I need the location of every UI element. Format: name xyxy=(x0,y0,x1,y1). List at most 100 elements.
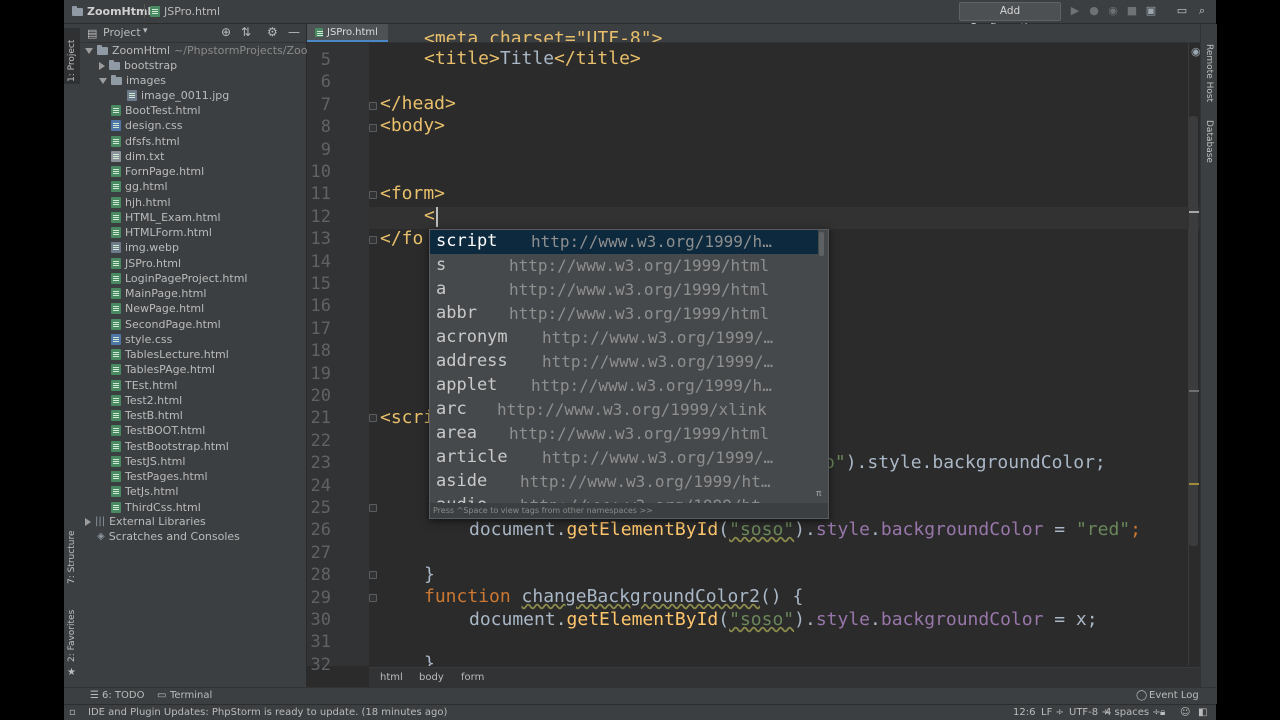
tree-file[interactable]: BootTest.html xyxy=(111,103,201,118)
fold-marker-icon[interactable] xyxy=(369,191,377,199)
search-icon[interactable]: ⌕ xyxy=(1196,5,1208,17)
fold-marker-icon[interactable] xyxy=(369,236,377,244)
favorites-tool-label[interactable]: 2: Favorites xyxy=(67,610,77,662)
code-line-12: < xyxy=(424,205,435,226)
database-tool[interactable]: Database xyxy=(1204,120,1214,163)
completion-item[interactable]: address http://www.w3.org/1999/… xyxy=(430,350,818,374)
completion-item[interactable]: acronym http://www.w3.org/1999/… xyxy=(430,326,818,350)
fold-marker-icon[interactable] xyxy=(369,414,377,422)
locate-icon[interactable]: ⊕ xyxy=(221,25,231,39)
pi-icon[interactable]: π xyxy=(816,487,821,502)
tree-external-libraries[interactable]: ||| External Libraries xyxy=(85,514,206,529)
tree-file[interactable]: TablesLecture.html xyxy=(111,347,229,362)
status-panel-icon[interactable]: ▫ xyxy=(69,707,76,718)
tree-file[interactable]: HTML_Exam.html xyxy=(111,210,221,225)
terminal-tool[interactable]: Terminal xyxy=(170,690,212,701)
gear-icon[interactable]: ⚙ xyxy=(267,25,278,39)
tree-file[interactable]: LoginPageProject.html xyxy=(111,271,248,286)
tree-file[interactable]: ThirdCss.html xyxy=(111,500,201,515)
indent-setting[interactable]: 4 spaces ÷ xyxy=(1105,707,1161,718)
completion-item[interactable]: article http://www.w3.org/1999/… xyxy=(430,446,818,470)
scratches-icon: ◈ xyxy=(97,531,105,542)
tree-file[interactable]: TestPages.html xyxy=(111,469,208,484)
breadcrumb-html[interactable]: html xyxy=(380,672,403,683)
caret-position[interactable]: 12:6 xyxy=(1013,707,1035,718)
tree-file[interactable]: TestBootstrap.html xyxy=(111,439,229,454)
project-view-selector[interactable]: Project xyxy=(103,26,141,39)
img-file-icon xyxy=(111,242,121,254)
tree-folder-bootstrap[interactable]: bootstrap xyxy=(99,58,177,73)
inspector-icon[interactable]: ☺ xyxy=(1180,707,1190,718)
right-tool-strip: Remote Host Database xyxy=(1200,24,1217,704)
remote-host-tool[interactable]: Remote Host xyxy=(1204,44,1214,102)
lock-icon[interactable]: 🔒︎ xyxy=(1160,707,1165,718)
tree-file[interactable]: dim.txt xyxy=(111,149,164,164)
debug-icon[interactable]: ● xyxy=(1088,5,1100,17)
hide-icon[interactable]: — xyxy=(288,25,300,39)
tree-file[interactable]: TetJs.html xyxy=(111,484,178,499)
fold-marker-icon[interactable] xyxy=(369,594,377,602)
tree-file[interactable]: TestBOOT.html xyxy=(111,423,205,438)
stop-icon[interactable]: ■ xyxy=(1126,5,1138,17)
tree-file[interactable]: TestJS.html xyxy=(111,454,185,469)
fold-marker-icon[interactable] xyxy=(369,102,377,110)
run-icon[interactable]: ▶ xyxy=(1069,5,1081,17)
line-separator[interactable]: LF ÷ xyxy=(1041,707,1064,718)
fold-marker-icon[interactable] xyxy=(369,124,377,132)
tree-file[interactable]: JSPro.html xyxy=(111,256,181,271)
tree-file[interactable]: TablesPAge.html xyxy=(111,362,215,377)
tree-folder-images[interactable]: images xyxy=(99,73,166,88)
completion-item[interactable]: area http://www.w3.org/1999/html xyxy=(430,422,818,446)
tree-file[interactable]: TestB.html xyxy=(111,408,183,423)
letterbox-right xyxy=(1216,0,1280,720)
todo-tool[interactable]: 6: TODO xyxy=(102,690,144,701)
star-icon[interactable]: ★ xyxy=(67,667,76,678)
fold-marker-icon[interactable] xyxy=(369,571,377,579)
tree-file[interactable]: dfsfs.html xyxy=(111,134,180,149)
add-configuration-button[interactable]: Add Configuration... xyxy=(959,2,1061,34)
nav-file-crumb[interactable]: JSPro.html xyxy=(150,4,220,19)
structure-tool-label[interactable]: 7: Structure xyxy=(67,531,77,585)
tree-file[interactable]: gg.html xyxy=(111,179,168,194)
completion-item[interactable]: abbr http://www.w3.org/1999/html xyxy=(430,302,818,326)
tree-file[interactable]: MainPage.html xyxy=(111,286,206,301)
project-tool-tab[interactable]: 1: Project xyxy=(64,28,80,84)
tree-file[interactable]: HTMLForm.html xyxy=(111,225,212,240)
completion-item[interactable]: aside http://www.w3.org/1999/ht… xyxy=(430,470,818,494)
completion-item[interactable]: script http://www.w3.org/1999/h… xyxy=(430,230,818,254)
completion-popup[interactable]: script http://www.w3.org/1999/h… s http://w… xyxy=(429,229,829,519)
completion-scrollbar[interactable] xyxy=(819,232,824,256)
tree-file[interactable]: design.css xyxy=(111,118,183,133)
tree-file-image[interactable]: image_0011.jpg xyxy=(127,88,229,103)
file-encoding[interactable]: UTF-8 ÷ xyxy=(1069,707,1110,718)
completion-item[interactable]: a http://www.w3.org/1999/html xyxy=(430,278,818,302)
tree-file[interactable]: FornPage.html xyxy=(111,164,204,179)
nav-project-crumb[interactable]: ZoomHtml xyxy=(72,4,151,19)
tree-root[interactable]: ZoomHtml ~/PhpstormProjects/Zoom xyxy=(85,43,318,58)
editor-scrollbar[interactable] xyxy=(1189,116,1198,546)
tree-file[interactable]: TEst.html xyxy=(111,378,177,393)
tree-file[interactable]: NewPage.html xyxy=(111,301,204,316)
breadcrumb-body[interactable]: body xyxy=(419,672,444,683)
status-message[interactable]: IDE and Plugin Updates: PhpStorm is read… xyxy=(88,707,447,718)
completion-item[interactable]: applet http://www.w3.org/1999/h… xyxy=(430,374,818,398)
breadcrumb-form[interactable]: form xyxy=(461,672,484,683)
build-icon[interactable]: ▣ xyxy=(1145,5,1157,17)
tree-file[interactable]: img.webp xyxy=(111,240,179,255)
layout-icon[interactable]: ▭ xyxy=(1176,5,1188,17)
html-file-icon xyxy=(111,288,121,299)
tree-file[interactable]: SecondPage.html xyxy=(111,317,221,332)
tab-jspro[interactable]: JSPro.html xyxy=(307,24,388,42)
tree-scratches[interactable]: ◈ Scratches and Consoles xyxy=(97,529,240,544)
tree-file[interactable]: style.css xyxy=(111,332,172,347)
completion-item[interactable]: s http://www.w3.org/1999/html xyxy=(430,254,818,278)
notifications-icon[interactable]: ◧ xyxy=(1198,707,1207,718)
tree-file[interactable]: Test2.html xyxy=(111,393,182,408)
event-log-tool[interactable]: Event Log xyxy=(1149,690,1199,701)
coverage-icon[interactable]: ◉ xyxy=(1107,5,1119,17)
completion-item[interactable]: arc http://www.w3.org/1999/xlink xyxy=(430,398,818,422)
fold-marker-icon[interactable] xyxy=(369,504,377,512)
chevron-down-icon[interactable]: ▾ xyxy=(143,26,148,36)
tree-file[interactable]: hjh.html xyxy=(111,195,171,210)
collapse-icon[interactable]: ⇅ xyxy=(241,25,251,39)
